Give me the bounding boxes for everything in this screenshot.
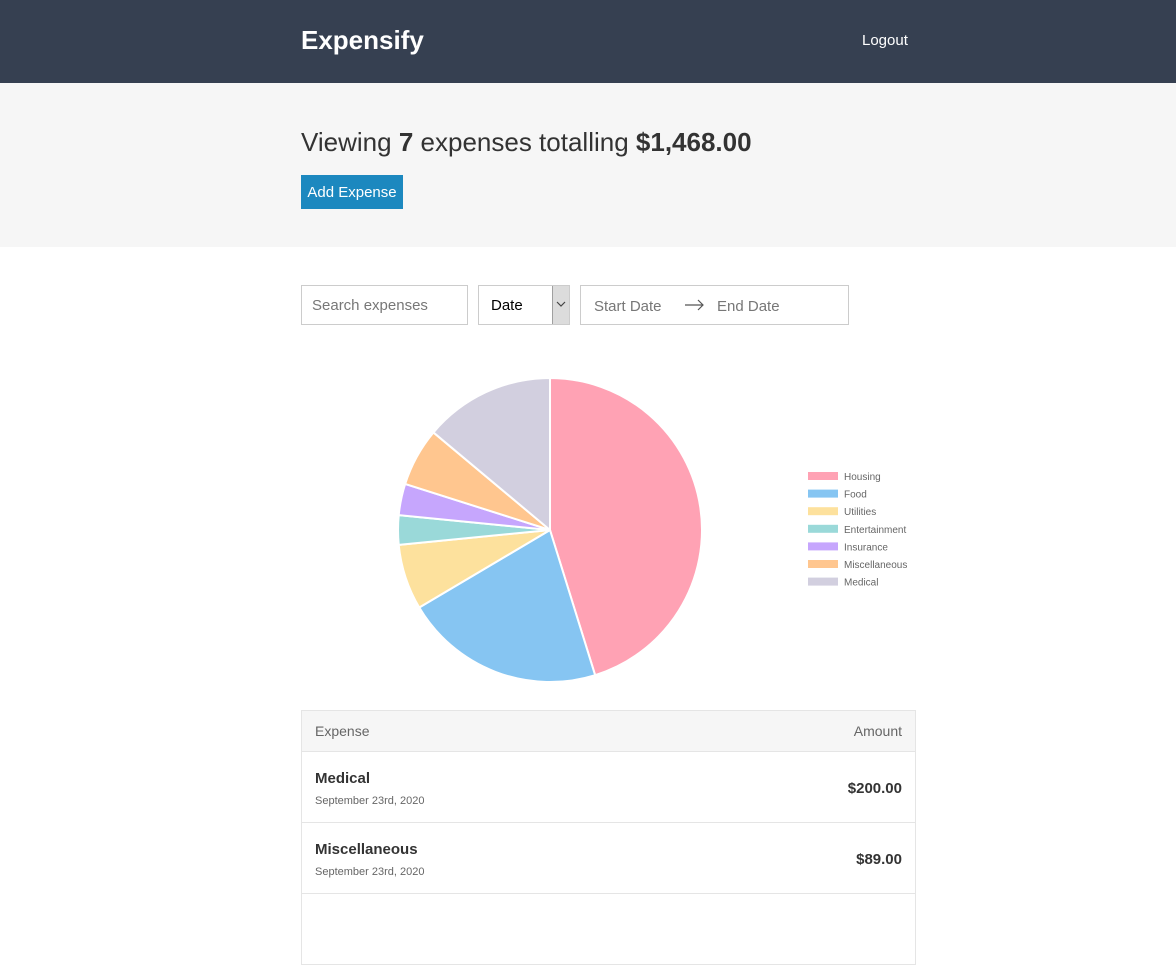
brand-logo-link[interactable]: Expensify — [301, 25, 424, 56]
expenses-pie-chart: Housing Food Utilities Entertainment Insuran… — [301, 345, 916, 705]
legend-swatch-food[interactable] — [808, 489, 838, 498]
legend-swatch-miscellaneous[interactable] — [808, 560, 838, 568]
search-input[interactable] — [301, 285, 468, 325]
chevron-down-icon — [556, 301, 566, 307]
expense-count: 7 — [398, 127, 414, 157]
app-header: Expensify Logout — [0, 0, 1176, 83]
expense-date: September 23rd, 2020 — [315, 795, 425, 807]
sort-select-toggle[interactable] — [552, 286, 569, 324]
sort-select[interactable]: Date — [478, 285, 570, 325]
pie-chart-svg: Housing Food Utilities Entertainment Insuran… — [397, 376, 907, 683]
expense-date: September 23rd, 2020 — [315, 866, 425, 878]
arrow-right-icon — [685, 299, 704, 311]
end-date-input[interactable]: End Date — [717, 298, 780, 315]
date-range-picker: Start Date End Date — [580, 285, 849, 325]
expenses-summary: Viewing 7 expenses totalling $1,468.00 A… — [0, 83, 1176, 247]
expense-row[interactable]: Medical September 23rd, 2020 $200.00 — [302, 752, 915, 823]
legend-swatch-medical[interactable] — [808, 577, 838, 586]
legend-label-entertainment[interactable]: Entertainment — [844, 525, 906, 536]
legend-label-miscellaneous[interactable]: Miscellaneous — [844, 560, 907, 571]
expense-description: Medical — [315, 770, 371, 787]
expense-filters: Date Start Date End Date — [301, 285, 861, 325]
expenses-table: Expense Amount Medical September 23rd, 2… — [301, 710, 916, 965]
summary-middle: expenses totalling — [420, 127, 629, 157]
legend-label-food[interactable]: Food — [844, 490, 867, 501]
start-date-input[interactable]: Start Date — [594, 298, 662, 315]
sort-select-value: Date — [491, 297, 523, 314]
expense-amount: $89.00 — [856, 851, 902, 868]
legend-label-housing[interactable]: Housing — [844, 472, 881, 483]
expense-total: $1,468.00 — [635, 127, 752, 157]
summary-title: Viewing 7 expenses totalling $1,468.00 — [301, 127, 752, 158]
legend-label-utilities[interactable]: Utilities — [844, 507, 876, 518]
legend-swatch-entertainment[interactable] — [808, 524, 838, 533]
add-expense-button[interactable]: Add Expense — [301, 175, 403, 209]
legend-swatch-utilities[interactable] — [808, 507, 838, 516]
expense-amount: $200.00 — [847, 780, 902, 797]
expense-column-header: Expense — [315, 723, 370, 739]
expense-description: Miscellaneous — [315, 841, 418, 858]
summary-prefix: Viewing — [301, 127, 392, 157]
logout-button[interactable]: Logout — [862, 32, 908, 49]
legend-swatch-insurance[interactable] — [808, 542, 838, 551]
table-header: Expense Amount — [302, 711, 915, 752]
legend-label-insurance[interactable]: Insurance — [844, 542, 888, 553]
legend-label-medical[interactable]: Medical — [844, 578, 878, 589]
expense-row[interactable] — [302, 894, 915, 965]
amount-column-header: Amount — [853, 723, 902, 739]
legend-swatch-housing[interactable] — [808, 472, 838, 480]
expense-row[interactable]: Miscellaneous September 23rd, 2020 $89.0… — [302, 823, 915, 894]
